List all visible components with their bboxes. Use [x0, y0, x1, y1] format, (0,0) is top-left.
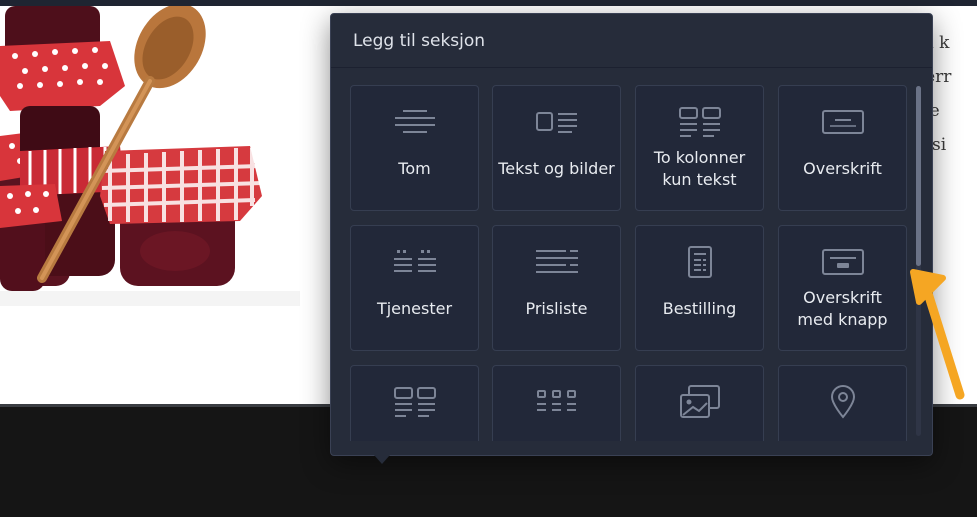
tile-label: Tjenester — [376, 299, 453, 318]
jam-jars-image — [0, 6, 300, 306]
section-tile-columns-grid[interactable] — [350, 365, 479, 441]
order-form-icon — [636, 244, 763, 280]
tile-label: Tekst og bilder — [498, 159, 615, 178]
section-tile-grid[interactable]: T — [492, 365, 621, 441]
tile-label — [640, 420, 759, 441]
scrollbar-thumb[interactable] — [916, 86, 921, 266]
tile-label: Prisliste — [525, 299, 588, 318]
tile-label — [355, 420, 474, 441]
tile-label — [783, 420, 902, 441]
section-tile-heading-button[interactable]: Overskrift med knapp — [778, 225, 907, 351]
heading-icon — [779, 104, 906, 140]
section-tile-map[interactable] — [778, 365, 907, 441]
grid-icon — [493, 384, 620, 420]
panel-header: Legg til seksjon — [331, 14, 932, 68]
lines-icon — [351, 104, 478, 140]
section-tile-services[interactable]: Tjenester — [350, 225, 479, 351]
tile-label: Bestilling — [662, 299, 737, 318]
add-section-panel: Legg til seksjon Tom Tekst og bilder To … — [330, 13, 933, 464]
tile-label: To kolonner kun tekst — [653, 148, 746, 189]
two-columns-icon — [636, 104, 763, 140]
image-text-icon — [493, 104, 620, 140]
annotation-arrow-icon — [910, 269, 965, 400]
tile-label: Tom — [398, 159, 431, 178]
section-tile-order[interactable]: Bestilling — [635, 225, 764, 351]
section-tile-gallery[interactable] — [635, 365, 764, 441]
section-tile-heading[interactable]: Overskrift — [778, 85, 907, 211]
map-pin-icon — [779, 384, 906, 420]
section-tile-tom[interactable]: Tom — [350, 85, 479, 211]
columns-grid-icon — [351, 384, 478, 420]
tile-label: T — [497, 420, 616, 441]
tile-label: Overskrift med knapp — [797, 288, 888, 329]
panel-title: Legg til seksjon — [353, 30, 486, 51]
section-tile-two-columns[interactable]: To kolonner kun tekst — [635, 85, 764, 211]
panel-pointer — [374, 455, 390, 464]
services-icon — [351, 244, 478, 280]
section-tile-text-images[interactable]: Tekst og bilder — [492, 85, 621, 211]
price-list-icon — [493, 244, 620, 280]
section-tile-price-list[interactable]: Prisliste — [492, 225, 621, 351]
section-grid: Tom Tekst og bilder To kolonner kun teks… — [331, 68, 932, 441]
tile-label: Overskrift — [803, 159, 882, 178]
heading-button-icon — [779, 244, 906, 280]
gallery-icon — [636, 384, 763, 420]
